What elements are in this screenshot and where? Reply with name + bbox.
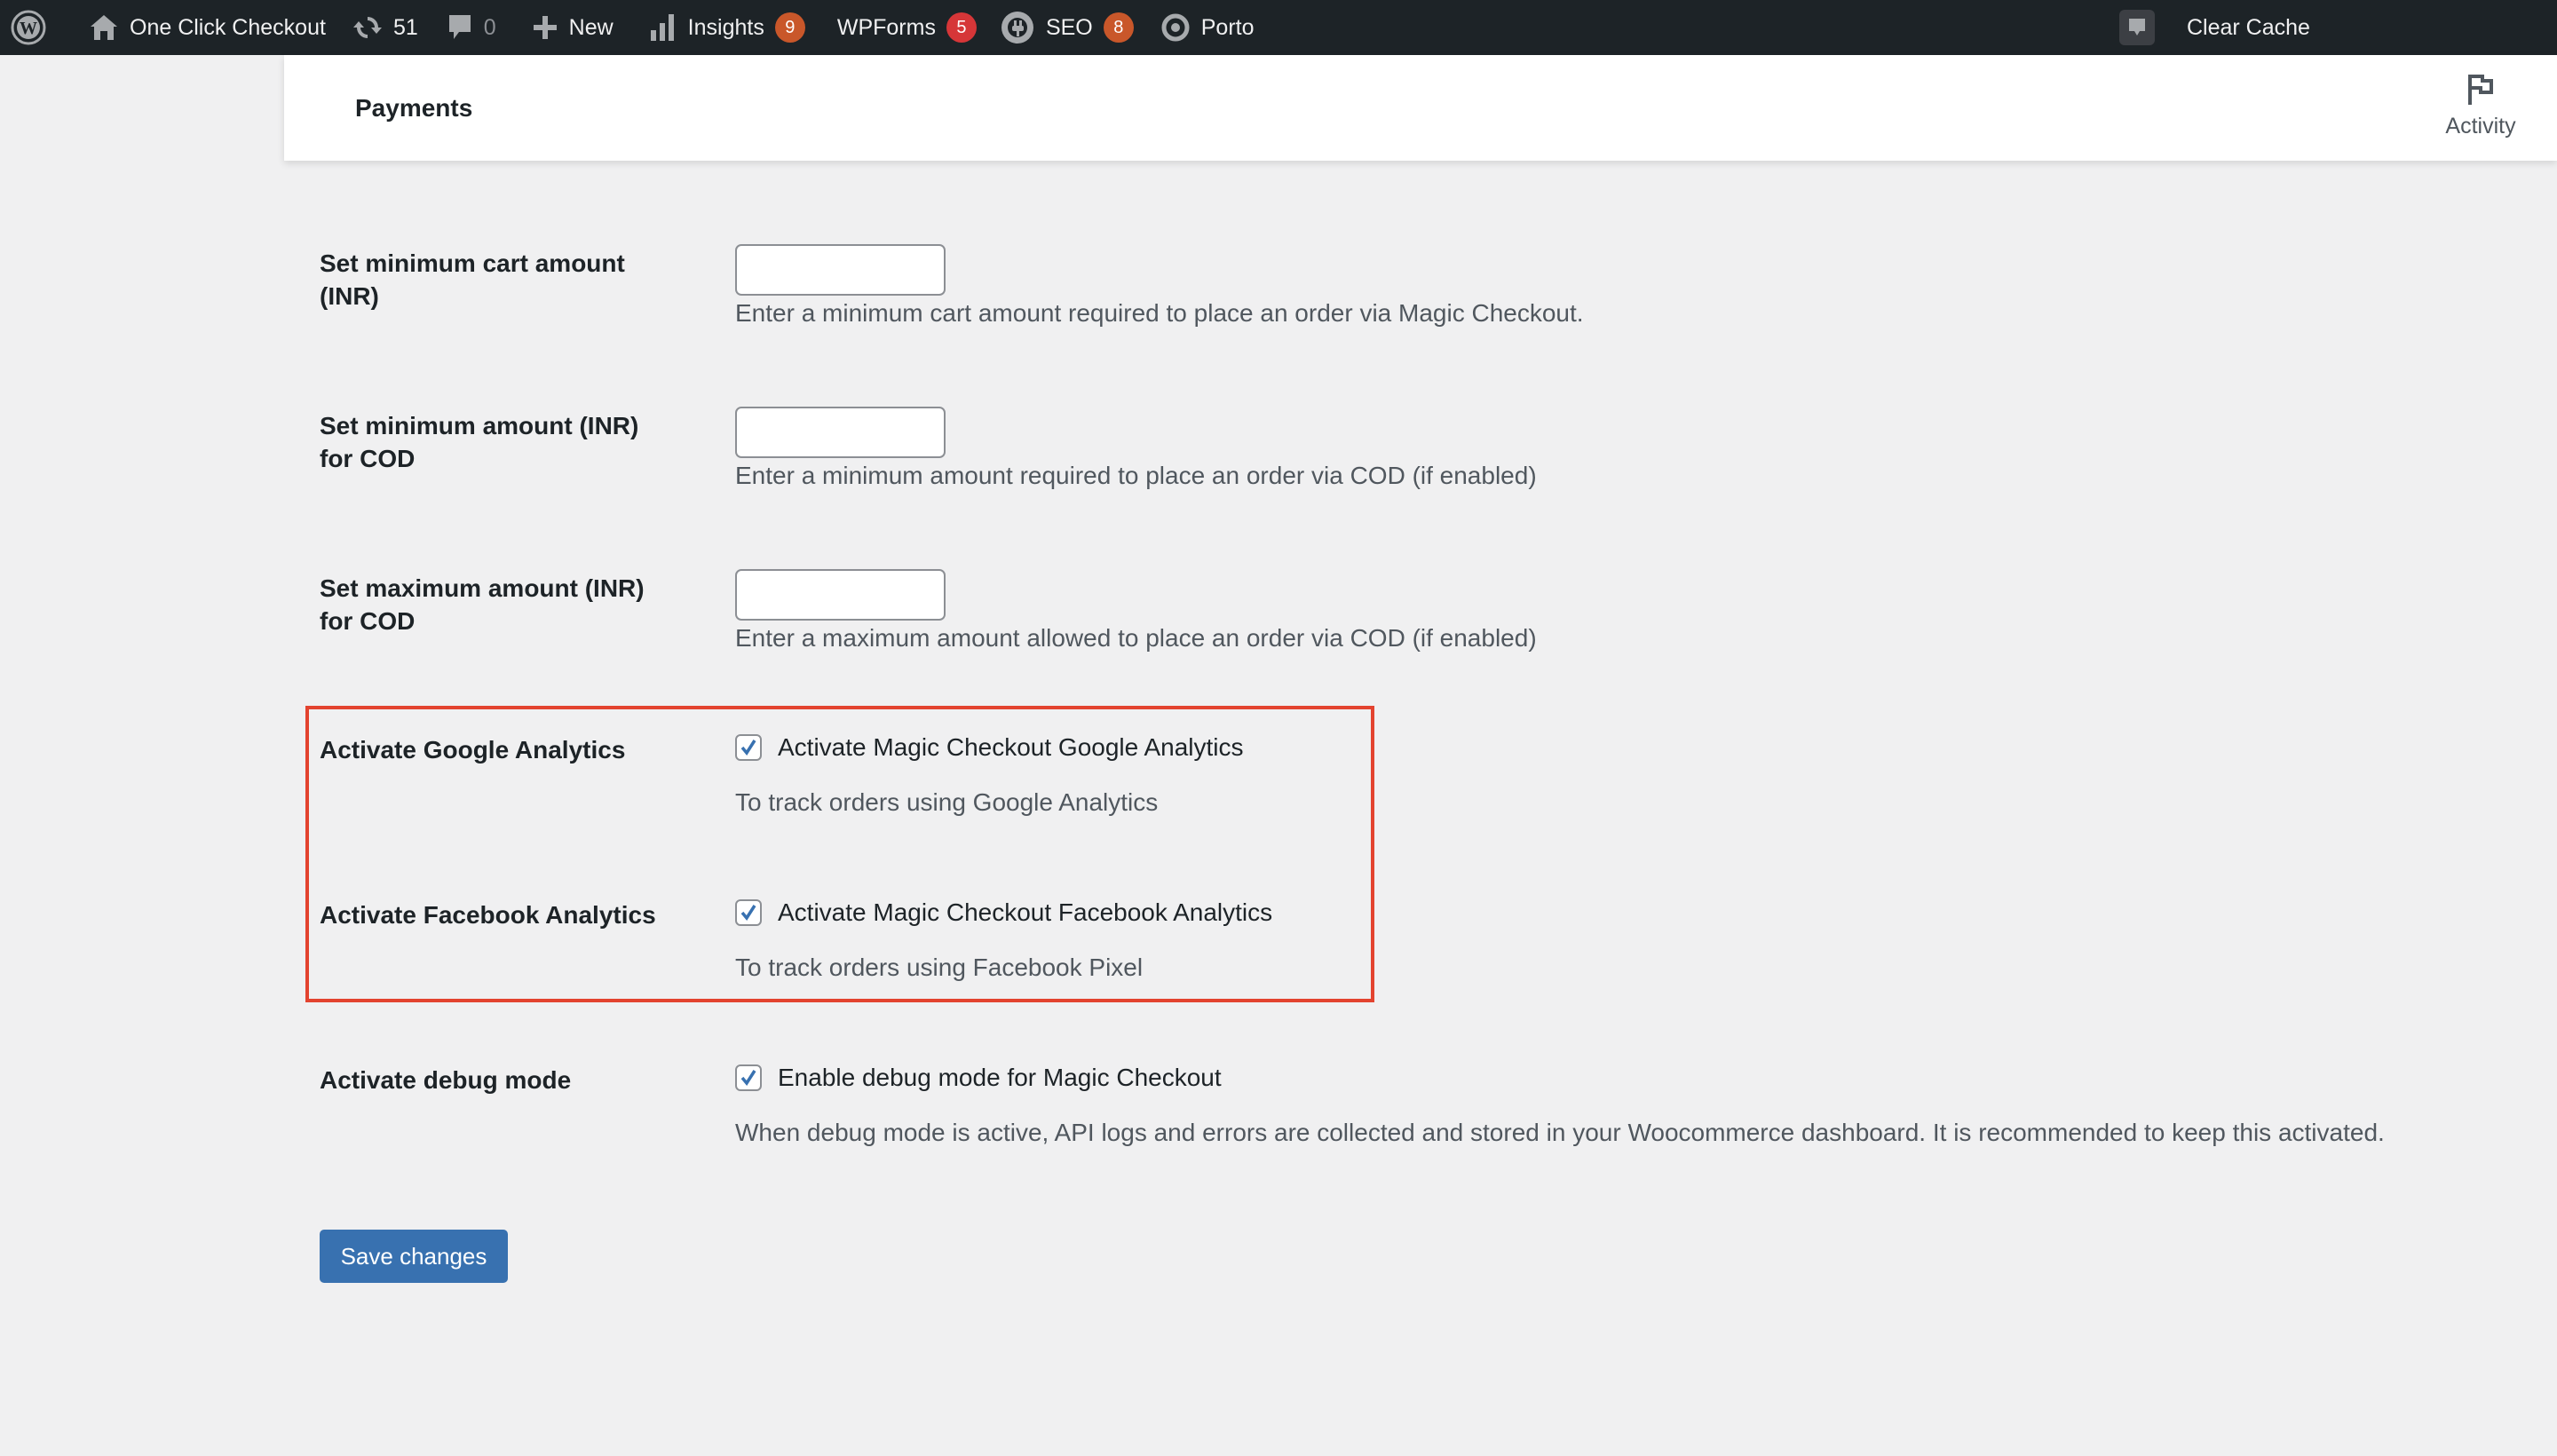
flag-icon bbox=[2468, 75, 2493, 105]
min-cart-amount-description: Enter a minimum cart amount required to … bbox=[735, 299, 1584, 327]
admin-bar: W One Click Checkout 51 0 New Insights 9… bbox=[0, 0, 2557, 55]
google-analytics-description: To track orders using Google Analytics bbox=[735, 788, 1159, 816]
clear-cache-link[interactable]: Clear Cache bbox=[2109, 0, 2321, 55]
insights-link[interactable]: Insights 9 bbox=[624, 0, 816, 55]
save-changes-button[interactable]: Save changes bbox=[320, 1230, 508, 1283]
checkmark-icon bbox=[740, 1070, 756, 1086]
seo-link[interactable]: SEO 8 bbox=[987, 0, 1144, 55]
bar-chart-icon bbox=[649, 12, 677, 43]
updates-count: 51 bbox=[392, 14, 418, 40]
facebook-analytics-checkbox[interactable] bbox=[735, 899, 762, 926]
max-cod-amount-label: Set maximum amount (INR) for COD bbox=[320, 574, 645, 635]
clear-cache-icon bbox=[2119, 10, 2155, 45]
activity-label: Activity bbox=[2445, 114, 2516, 138]
min-cod-amount-label: Set minimum amount (INR) for COD bbox=[320, 412, 639, 472]
porto-link[interactable]: Porto bbox=[1144, 0, 1265, 55]
checkmark-icon bbox=[740, 740, 756, 756]
wpforms-label: WPForms bbox=[836, 14, 936, 40]
comments-link[interactable]: 0 bbox=[429, 0, 507, 55]
updates-link[interactable]: 51 bbox=[336, 0, 429, 55]
comment-icon bbox=[447, 12, 473, 43]
new-label: New bbox=[568, 14, 614, 40]
clear-cache-label: Clear Cache bbox=[2187, 14, 2310, 40]
debug-mode-checkbox-field[interactable]: Enable debug mode for Magic Checkout bbox=[735, 1064, 1222, 1092]
min-cart-amount-input[interactable] bbox=[735, 244, 946, 296]
max-cod-amount-input[interactable] bbox=[735, 569, 946, 621]
new-content-link[interactable]: New bbox=[507, 0, 624, 55]
facebook-analytics-checkbox-field[interactable]: Activate Magic Checkout Facebook Analyti… bbox=[735, 898, 1272, 927]
activity-button[interactable]: Activity bbox=[2436, 73, 2525, 139]
seo-gear-icon bbox=[1000, 10, 1035, 45]
debug-mode-label: Activate debug mode bbox=[320, 1066, 572, 1094]
debug-mode-description: When debug mode is active, API logs and … bbox=[735, 1119, 2385, 1146]
seo-badge: 8 bbox=[1103, 12, 1134, 43]
google-analytics-label: Activate Google Analytics bbox=[320, 736, 626, 764]
debug-mode-checkbox[interactable] bbox=[735, 1064, 762, 1091]
facebook-analytics-label: Activate Facebook Analytics bbox=[320, 901, 656, 929]
checkmark-icon bbox=[740, 905, 756, 921]
home-icon bbox=[89, 13, 119, 42]
seo-label: SEO bbox=[1045, 14, 1093, 40]
min-cod-amount-input[interactable] bbox=[735, 407, 946, 458]
site-name-link[interactable]: One Click Checkout bbox=[57, 0, 336, 55]
google-analytics-checkbox-field[interactable]: Activate Magic Checkout Google Analytics bbox=[735, 733, 1243, 762]
google-analytics-checkbox-label: Activate Magic Checkout Google Analytics bbox=[778, 733, 1244, 761]
wordpress-logo-icon: W bbox=[11, 10, 46, 45]
min-cart-amount-label: Set minimum cart amount (INR) bbox=[320, 249, 625, 310]
facebook-analytics-description: To track orders using Facebook Pixel bbox=[735, 954, 1144, 981]
site-name: One Click Checkout bbox=[130, 14, 326, 40]
updates-icon bbox=[352, 12, 383, 43]
wpforms-badge: 5 bbox=[946, 12, 977, 43]
google-analytics-checkbox[interactable] bbox=[735, 734, 762, 761]
max-cod-amount-description: Enter a maximum amount allowed to place … bbox=[735, 624, 1537, 652]
plus-icon bbox=[532, 14, 558, 41]
page-header: Payments Activity bbox=[284, 55, 2557, 161]
porto-icon bbox=[1160, 12, 1191, 43]
insights-badge: 9 bbox=[774, 12, 805, 43]
porto-label: Porto bbox=[1200, 14, 1255, 40]
facebook-analytics-checkbox-label: Activate Magic Checkout Facebook Analyti… bbox=[778, 898, 1273, 926]
insights-label: Insights bbox=[687, 14, 764, 40]
svg-text:W: W bbox=[20, 19, 37, 38]
page-title: Payments bbox=[355, 94, 473, 122]
min-cod-amount-description: Enter a minimum amount required to place… bbox=[735, 462, 1537, 489]
wordpress-logo-button[interactable]: W bbox=[0, 0, 57, 55]
comments-count: 0 bbox=[483, 14, 496, 40]
debug-mode-checkbox-label: Enable debug mode for Magic Checkout bbox=[778, 1064, 1222, 1091]
wpforms-link[interactable]: WPForms 5 bbox=[816, 0, 987, 55]
